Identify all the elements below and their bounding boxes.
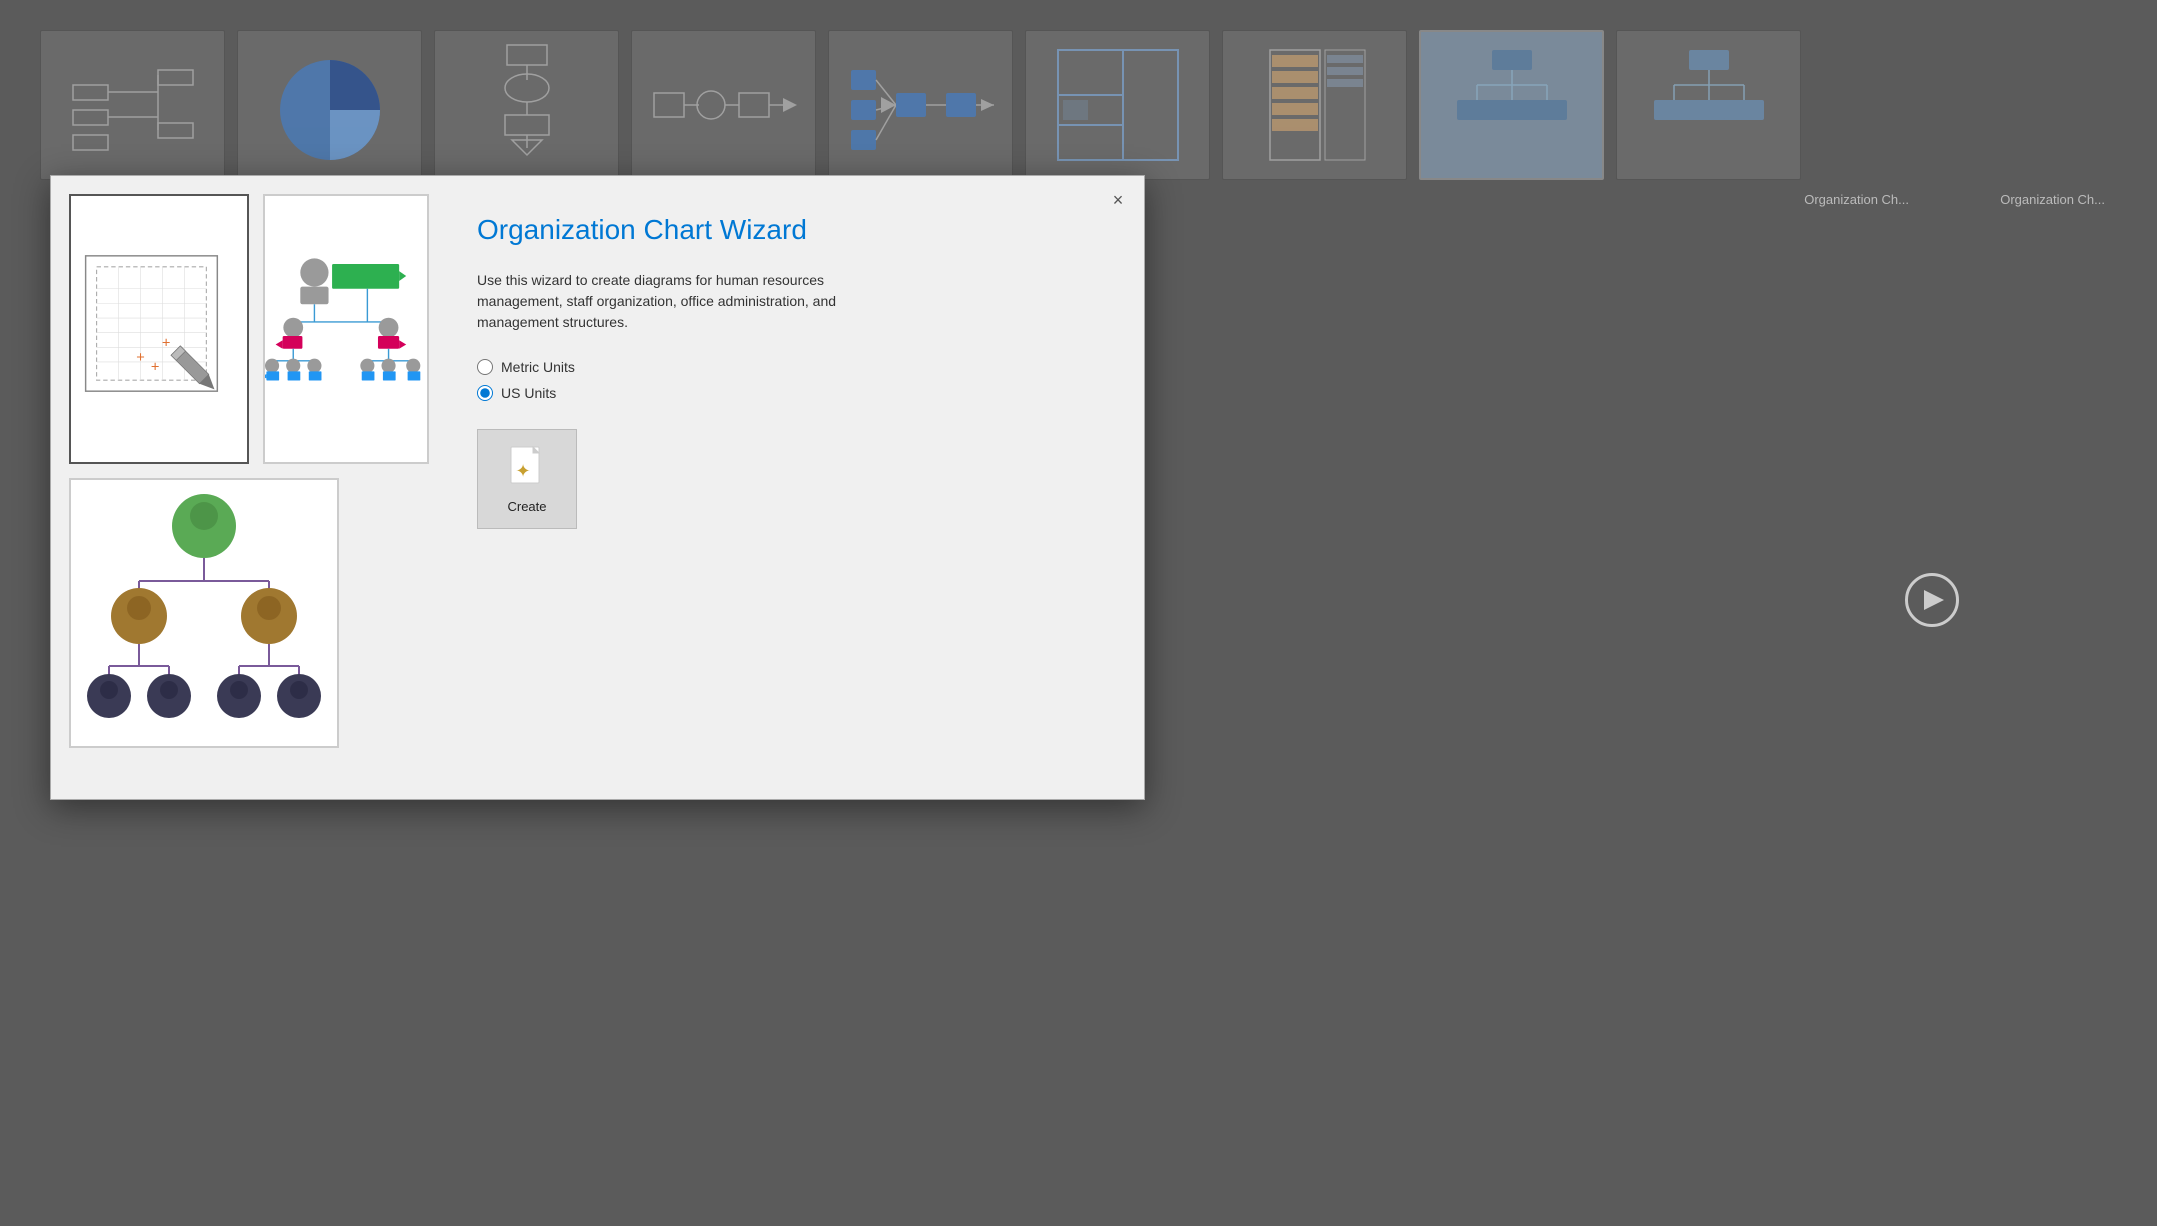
svg-text:+: + [151,359,160,375]
dialog: × [50,175,1145,800]
background-thumbnails [0,0,2157,200]
wizard-description: Use this wizard to create diagrams for h… [477,270,907,333]
thumb-colorful-org[interactable] [263,194,429,464]
bg-label-org2: Organization Ch... [2000,192,2105,207]
top-thumbs: + + + [69,194,429,464]
bg-thumb-network-rack [1222,30,1407,180]
svg-text:+: + [136,350,145,366]
thumb-grid-pencil[interactable]: + + + [69,194,249,464]
us-units-radio[interactable] [477,385,493,401]
metric-units-radio[interactable] [477,359,493,375]
bg-thumb-floor-plan [1025,30,1210,180]
metric-units-label[interactable]: Metric Units [477,359,1096,375]
create-icon: ✦ [505,445,549,493]
bg-thumb-flowchart-h [631,30,816,180]
us-units-text: US Units [501,385,556,401]
bg-thumb-pie [237,30,422,180]
dialog-body: + + + [51,176,1144,799]
bg-thumb-org-2 [1616,30,1801,180]
bg-thumb-network [40,30,225,180]
right-panel: Organization Chart Wizard Use this wizar… [447,194,1126,781]
us-units-label[interactable]: US Units [477,385,1096,401]
svg-text:✦: ✦ [515,461,530,481]
bg-thumb-flowchart-v [434,30,619,180]
bg-thumb-data-flow [828,30,1013,180]
create-button[interactable]: ✦ Create [477,429,577,529]
bg-label-org1: Organization Ch... [1804,192,1909,207]
play-button[interactable] [1905,573,1959,627]
close-button[interactable]: × [1104,186,1132,214]
wizard-title: Organization Chart Wizard [477,214,1096,246]
left-panel: + + + [69,194,429,781]
units-radio-group: Metric Units US Units [477,359,1096,401]
bg-thumb-org-active [1419,30,1604,180]
create-button-label: Create [507,499,546,514]
svg-text:+: + [162,335,171,351]
thumb-people-org[interactable] [69,478,339,748]
metric-units-text: Metric Units [501,359,575,375]
